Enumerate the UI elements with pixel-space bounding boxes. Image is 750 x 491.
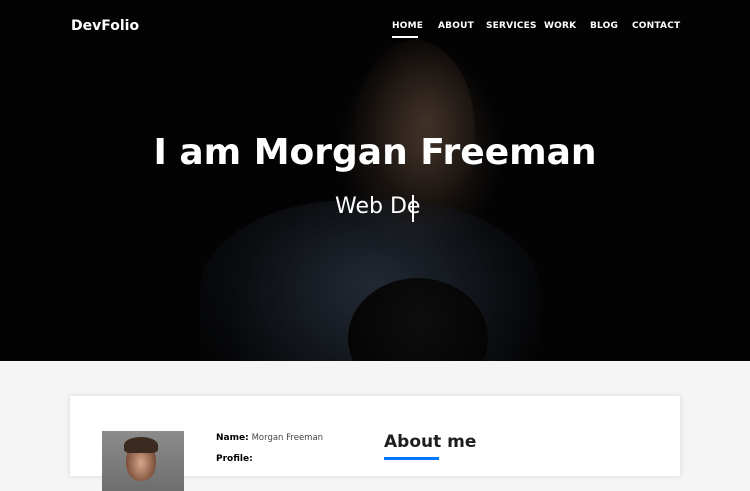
nav-active-indicator [392,36,418,38]
profile-profile-row: Profile: [216,454,253,464]
profile-name-value: Morgan Freeman [251,433,324,443]
avatar [102,431,184,491]
profile-profile-label: Profile: [216,454,253,464]
hero-section: DevFolio HOME ABOUT SERVICES WORK BLOG C… [0,0,750,361]
profile-name-label: Name: [216,433,249,443]
nav-about[interactable]: ABOUT [438,21,474,31]
about-heading: About me [384,432,477,452]
nav-contact[interactable]: CONTACT [632,21,680,31]
profile-name-row: Name: Morgan Freeman [216,433,323,443]
hero-title: I am Morgan Freeman [153,132,597,173]
nav-services[interactable]: SERVICES [486,21,537,31]
about-card: Name: Morgan Freeman Profile: About me [70,396,680,491]
brand-logo[interactable]: DevFolio [71,18,139,34]
navbar: DevFolio HOME ABOUT SERVICES WORK BLOG C… [0,0,750,56]
nav-home[interactable]: HOME [392,21,423,31]
typing-cursor [412,195,414,222]
avatar-hair [124,437,158,453]
nav-blog[interactable]: BLOG [590,21,618,31]
nav-work[interactable]: WORK [544,21,576,31]
hero-typed-subtitle: Web De [335,194,421,219]
